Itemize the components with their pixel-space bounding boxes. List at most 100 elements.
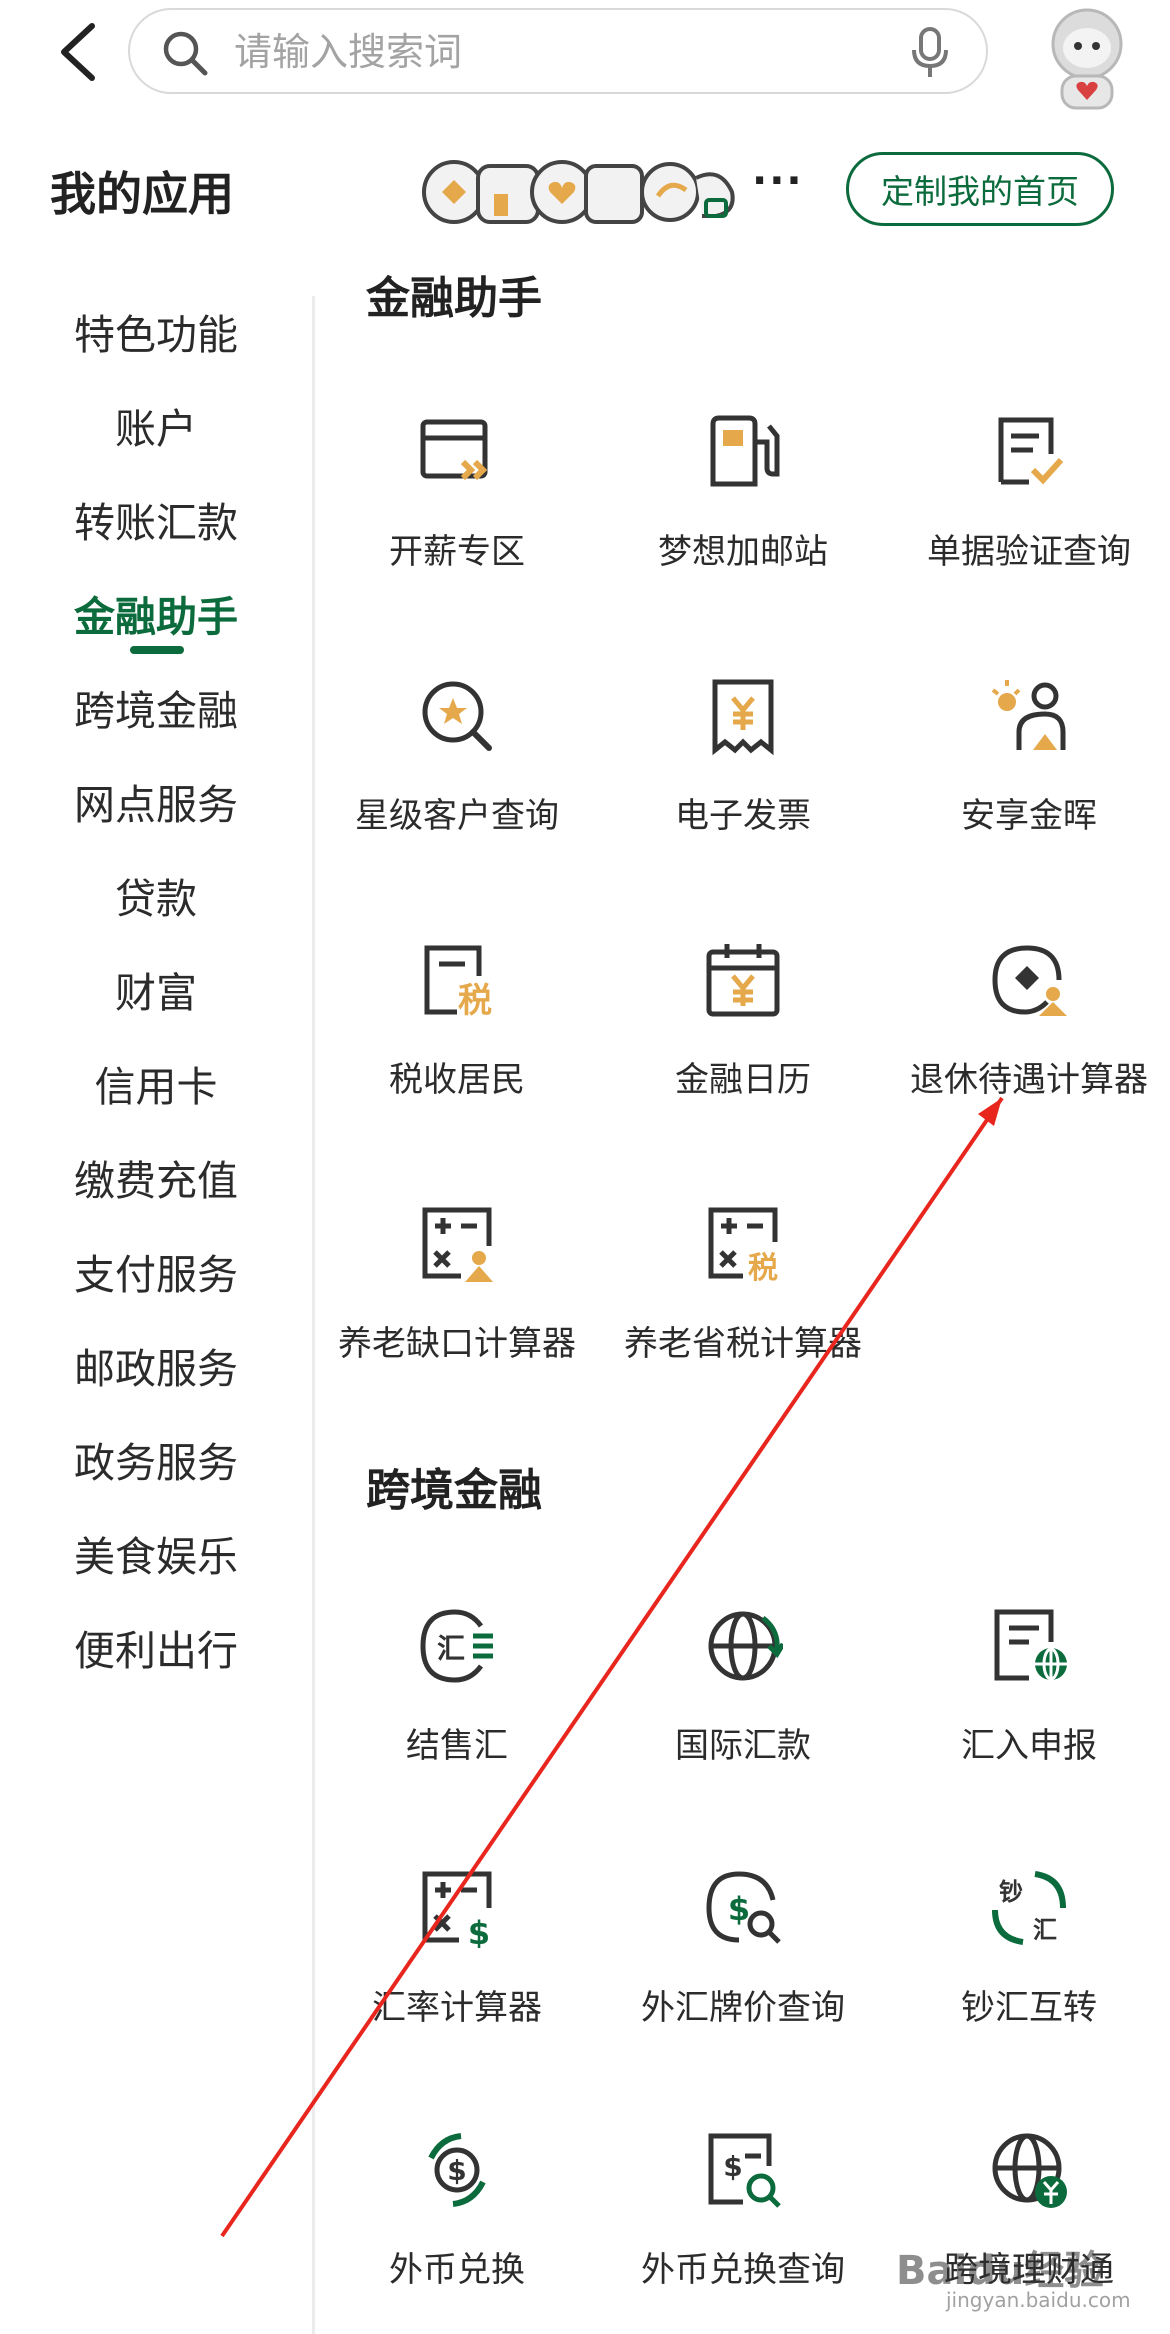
tile-label: 汇率计算器: [372, 1988, 542, 2028]
sidebar-item-payment-service[interactable]: 支付服务: [0, 1226, 312, 1316]
tile-label: 外币兑换: [389, 2250, 525, 2290]
inward-declaration-icon: [994, 1609, 1067, 1681]
tile-label: 梦想加邮站: [658, 532, 828, 572]
section-title-cross-border: 跨境金融: [366, 1465, 542, 1516]
tile-label: 养老省税计算器: [624, 1324, 862, 1364]
pension-gap-calculator-icon: [422, 1207, 493, 1282]
fuel-station-icon: [710, 415, 780, 487]
tile-fx-rate-inquiry[interactable]: $ 外汇牌价查询: [600, 1868, 886, 2068]
fx-rate-search-icon: $: [706, 1871, 781, 1944]
rate-calculator-icon: $: [422, 1871, 492, 1948]
avatar[interactable]: [1032, 4, 1142, 114]
search-input[interactable]: [234, 24, 874, 80]
tile-label: 星级客户查询: [355, 796, 559, 836]
tile-salary-zone[interactable]: 开薪专区: [314, 412, 600, 612]
tile-label: 外币兑换查询: [641, 2250, 845, 2290]
tile-retirement-calculator[interactable]: 退休待遇计算器: [886, 940, 1170, 1140]
tile-label: 国际汇款: [675, 1726, 811, 1766]
tile-label: 开薪专区: [389, 532, 525, 572]
svg-text:$: $: [728, 1890, 750, 1928]
sidebar-item-food-entertainment[interactable]: 美食娱乐: [0, 1508, 312, 1598]
cross-border-wealth-icon: [992, 2133, 1067, 2208]
sidebar-item-features[interactable]: 特色功能: [0, 286, 312, 376]
tile-senior-golden[interactable]: 安享金晖: [886, 676, 1170, 876]
sidebar-item-finance-assistant[interactable]: 金融助手: [0, 568, 312, 658]
back-button[interactable]: [50, 20, 110, 84]
salary-card-icon: [420, 419, 488, 481]
currency-exchange-icon: $: [428, 2133, 486, 2207]
customize-home-button[interactable]: 定制我的首页: [846, 152, 1114, 226]
tile-tax-resident[interactable]: 税 税收居民: [314, 940, 600, 1140]
globe-transfer-icon: [708, 1611, 783, 1681]
e-invoice-icon: [712, 679, 774, 756]
sidebar-item-travel[interactable]: 便利出行: [0, 1602, 312, 1692]
watermark-url: jingyan.baidu.com: [946, 2288, 1131, 2312]
chevron-left-icon: [61, 23, 95, 81]
tile-label: 电子发票: [675, 796, 811, 836]
svg-text:$: $: [723, 2150, 742, 2183]
sidebar-item-bill-payment[interactable]: 缴费充值: [0, 1132, 312, 1222]
cash-remit-convert-icon: 钞 汇: [992, 1871, 1066, 1945]
star-search-icon: [422, 681, 492, 751]
search-icon: [163, 31, 208, 76]
pinned-apps-icon: [422, 160, 735, 224]
tile-star-customer[interactable]: 星级客户查询: [314, 676, 600, 876]
tile-rate-calculator[interactable]: $ 汇率计算器: [314, 1868, 600, 2068]
my-apps-icon-strip[interactable]: [420, 156, 740, 230]
tile-label: 汇入申报: [961, 1726, 1097, 1766]
tile-international-remittance[interactable]: 国际汇款: [600, 1606, 886, 1806]
tax-resident-icon: 税: [424, 945, 492, 1020]
svg-text:$: $: [468, 1914, 490, 1948]
active-indicator: [130, 646, 184, 654]
sidebar-item-postal-service[interactable]: 邮政服务: [0, 1320, 312, 1410]
sidebar-item-government-service[interactable]: 政务服务: [0, 1414, 312, 1504]
sidebar-item-cross-border[interactable]: 跨境金融: [0, 662, 312, 752]
tile-pension-tax-calculator[interactable]: 税 养老省税计算器: [600, 1204, 886, 1404]
tile-pension-gap-calculator[interactable]: 养老缺口计算器: [314, 1204, 600, 1404]
pension-tax-calculator-icon: 税: [708, 1207, 778, 1284]
tile-inward-declaration[interactable]: 汇入申报: [886, 1606, 1170, 1806]
finance-calendar-icon: [706, 944, 780, 1017]
microphone-icon[interactable]: [910, 26, 950, 80]
tile-document-verification[interactable]: 单据验证查询: [886, 412, 1170, 612]
exchange-settlement-icon: 汇: [420, 1609, 493, 1683]
section-title-finance-assistant: 金融助手: [366, 273, 542, 324]
app-page: 我的应用 ··· 定制我的首页 特色功能 账户 转账汇款 金融助手 跨境金融 网…: [0, 0, 1170, 2334]
tile-label: 金融日历: [675, 1060, 811, 1100]
tile-label: 退休待遇计算器: [910, 1060, 1148, 1100]
sidebar-item-wealth[interactable]: 财富: [0, 944, 312, 1034]
svg-text:税: 税: [748, 1251, 778, 1284]
tile-label: 养老缺口计算器: [338, 1324, 576, 1364]
tile-cash-remit-convert[interactable]: 钞 汇 钞汇互转: [886, 1868, 1170, 2068]
tile-label: 单据验证查询: [927, 532, 1131, 572]
tile-label: 结售汇: [406, 1726, 508, 1766]
tile-label: 外汇牌价查询: [641, 1988, 845, 2028]
senior-care-icon: [991, 680, 1066, 750]
search-bar[interactable]: [128, 8, 988, 94]
svg-text:税: 税: [458, 981, 492, 1020]
sidebar-item-branch-service[interactable]: 网点服务: [0, 756, 312, 846]
tile-label: 安享金晖: [961, 796, 1097, 836]
svg-text:钞: 钞: [999, 1878, 1023, 1906]
sidebar-item-account[interactable]: 账户: [0, 380, 312, 470]
svg-text:$: $: [447, 2154, 466, 2187]
sidebar-item-transfer[interactable]: 转账汇款: [0, 474, 312, 564]
svg-text:汇: 汇: [437, 1632, 465, 1665]
more-apps-button[interactable]: ···: [752, 158, 804, 204]
sidebar-item-loan[interactable]: 贷款: [0, 850, 312, 940]
tile-exchange-settlement[interactable]: 汇 结售汇: [314, 1606, 600, 1806]
retirement-calculator-icon: [992, 945, 1067, 1016]
mascot-avatar-icon: [1051, 8, 1123, 110]
tile-e-invoice[interactable]: 电子发票: [600, 676, 886, 876]
tile-currency-exchange-inquiry[interactable]: $ 外币兑换查询: [600, 2130, 886, 2330]
document-check-icon: [998, 417, 1064, 485]
tile-label: 钞汇互转: [961, 1988, 1097, 2028]
category-sidebar: 特色功能 账户 转账汇款 金融助手 跨境金融 网点服务 贷款 财富 信用卡 缴费…: [0, 256, 312, 2334]
tile-finance-calendar[interactable]: 金融日历: [600, 940, 886, 1140]
svg-text:汇: 汇: [1033, 1916, 1057, 1944]
tile-label: 税收居民: [389, 1060, 525, 1100]
sidebar-item-credit-card[interactable]: 信用卡: [0, 1038, 312, 1128]
currency-exchange-search-icon: $: [708, 2133, 781, 2208]
tile-dream-postal-station[interactable]: 梦想加邮站: [600, 412, 886, 612]
tile-currency-exchange[interactable]: $ 外币兑换: [314, 2130, 600, 2330]
